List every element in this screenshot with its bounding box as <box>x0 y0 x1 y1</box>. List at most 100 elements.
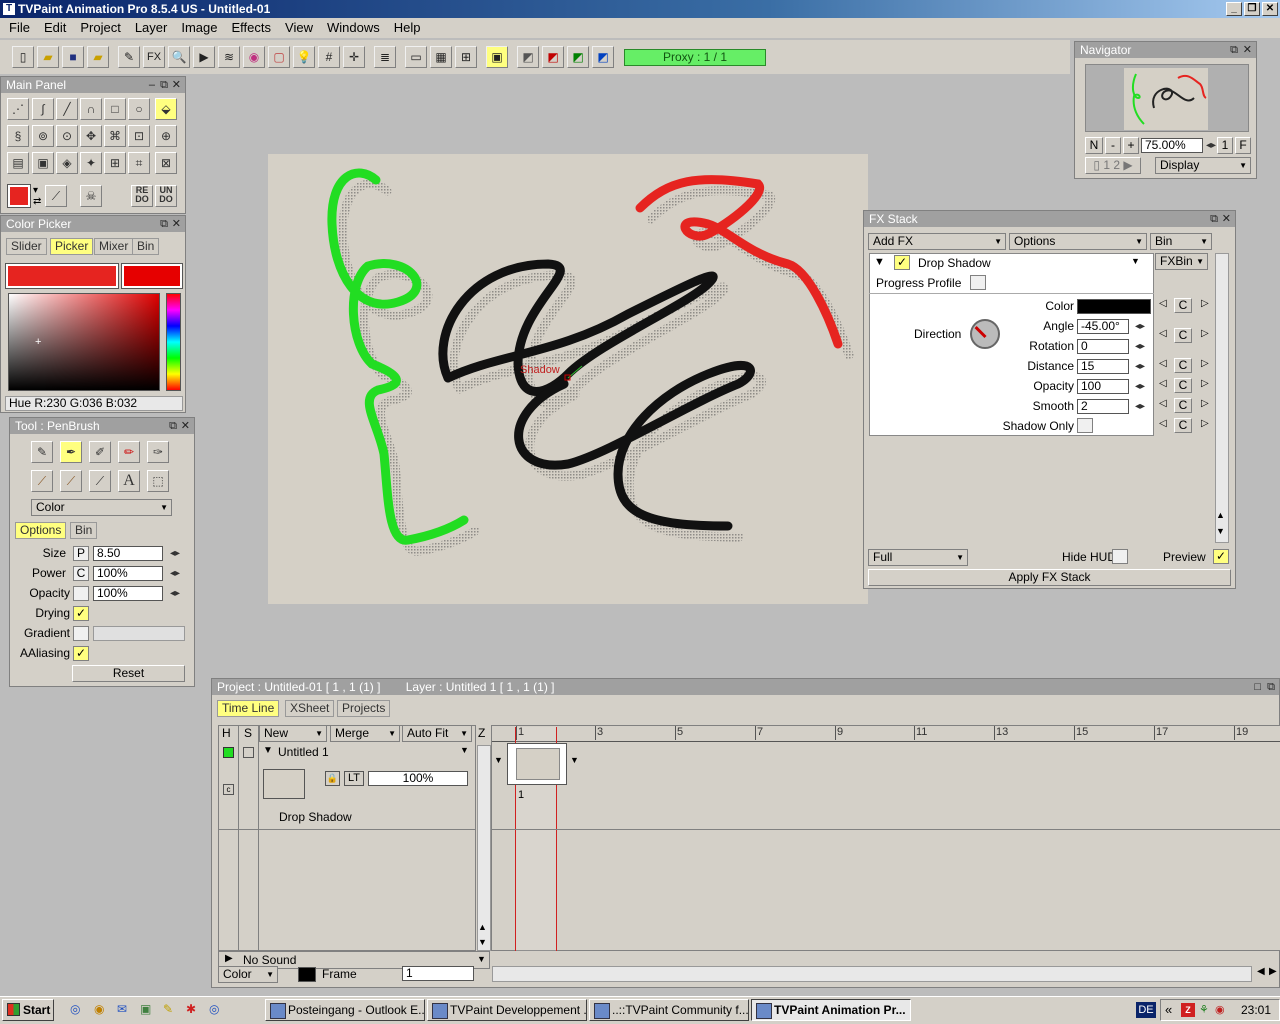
close-button[interactable]: ✕ <box>1262 2 1278 16</box>
custom-brush-icon[interactable]: ⬚ <box>147 470 169 492</box>
restore-button[interactable]: ❐ <box>1244 2 1260 16</box>
text-tool-icon[interactable]: A <box>118 470 140 492</box>
fx-button[interactable]: FX <box>143 46 165 68</box>
brush-tool-icon[interactable]: ✎ <box>118 46 140 68</box>
minimize-button[interactable]: _ <box>1226 2 1242 16</box>
fx-effect-name[interactable]: Drop Shadow <box>918 256 991 270</box>
frame-field[interactable]: 1 <box>402 966 474 981</box>
pencil-brush-icon[interactable]: ✎ <box>31 441 53 463</box>
rotation-field[interactable]: 0 <box>1077 339 1129 354</box>
prev-arrow-icon[interactable]: ▼ <box>494 755 503 765</box>
layer-name[interactable]: Untitled 1 <box>278 745 329 759</box>
nav-zoom-spin-icon[interactable]: ◂▸ <box>1206 138 1216 153</box>
layer-scrollbar[interactable]: ▲ ▼ <box>477 745 491 951</box>
tab-picker[interactable]: Picker <box>50 238 94 255</box>
nav-zoom-in-button[interactable]: + <box>1123 137 1139 154</box>
safe-area-icon[interactable]: ▭ <box>405 46 427 68</box>
sound-expand-icon[interactable]: ▶ <box>225 953 233 964</box>
nav-display-dropdown[interactable]: Display <box>1155 157 1251 174</box>
channel-green-icon[interactable]: ◩ <box>567 46 589 68</box>
freehand-tool-icon[interactable]: ∫ <box>32 98 54 120</box>
fx-scrollbar[interactable]: ▲ ▼ <box>1215 253 1229 543</box>
panic-icon[interactable]: ☠ <box>80 185 102 207</box>
dock-icon[interactable]: ⧉ <box>1230 43 1238 57</box>
tray-expand-icon[interactable]: « <box>1165 1001 1172 1019</box>
dock-icon[interactable]: ⧉ <box>160 78 168 92</box>
kf-distance-c-button[interactable]: C <box>1174 358 1192 373</box>
quicklaunch-app-icon[interactable]: ▣ <box>140 1002 156 1018</box>
stack-icon[interactable]: ≣ <box>374 46 396 68</box>
task-tvpaint-community[interactable]: ..::TVPaint Community f... <box>589 999 749 1021</box>
previous-color-swatch[interactable] <box>121 263 183 289</box>
new-file-icon[interactable]: ▯ <box>12 46 34 68</box>
dock-icon[interactable]: ⧉ <box>1267 680 1275 694</box>
gradient-checkbox[interactable] <box>73 626 89 641</box>
nav-n-button[interactable]: N <box>1085 137 1103 154</box>
scroll-up-icon[interactable]: ▲ <box>478 922 487 932</box>
hide-hud-checkbox[interactable] <box>1112 549 1128 564</box>
menu-view[interactable]: View <box>278 18 320 38</box>
navigator-preview[interactable] <box>1085 64 1249 132</box>
network-icon[interactable]: ⚘ <box>1199 1003 1209 1016</box>
kf-direction-c-button[interactable]: C <box>1174 328 1192 343</box>
kf-next-icon[interactable]: ▷ <box>1201 418 1209 429</box>
select-lasso-icon[interactable]: ⊙ <box>56 125 78 147</box>
bin-dropdown[interactable]: Bin <box>1150 233 1212 250</box>
kf-next-icon[interactable]: ▷ <box>1201 298 1209 309</box>
play-icon[interactable]: ▶ <box>193 46 215 68</box>
menu-project[interactable]: Project <box>73 18 127 38</box>
collapse-arrow-icon[interactable]: ▼ <box>874 256 885 268</box>
distance-field[interactable]: 15 <box>1077 359 1129 374</box>
start-button[interactable]: Start <box>2 999 54 1021</box>
task-tvpaint-dev[interactable]: TVPaint Developpement ... <box>427 999 587 1021</box>
kf-prev-icon[interactable]: ◁ <box>1159 328 1167 339</box>
rotation-spin-icon[interactable]: ◂▸ <box>1135 339 1145 354</box>
ellipse-select-icon[interactable]: ▣ <box>32 152 54 174</box>
next-arrow-icon[interactable]: ▼ <box>570 755 579 765</box>
undo-button[interactable]: UN DO <box>155 185 177 207</box>
quality-dropdown[interactable]: Full <box>868 549 968 566</box>
move-tool-icon[interactable]: ✥ <box>80 125 102 147</box>
menu-edit[interactable]: Edit <box>37 18 73 38</box>
open-folder-icon[interactable]: ▰ <box>37 46 59 68</box>
opacity-mode-toggle[interactable] <box>73 586 89 601</box>
dock-icon[interactable]: ⧉ <box>160 217 168 231</box>
minimize-icon[interactable]: – <box>149 78 155 92</box>
hue-slider[interactable] <box>166 293 181 391</box>
kf-prev-icon[interactable]: ◁ <box>1159 398 1167 409</box>
angle-spin-icon[interactable]: ◂▸ <box>1135 319 1145 334</box>
nav-fit-button[interactable]: F <box>1235 137 1251 154</box>
lock-icon[interactable]: 🔒 <box>325 771 340 786</box>
quicklaunch-tvpaint-icon[interactable]: ✱ <box>186 1002 202 1018</box>
penbrush-icon[interactable]: ✒ <box>60 441 82 463</box>
ellipse-tool-icon[interactable]: ○ <box>128 98 150 120</box>
kf-prev-icon[interactable]: ◁ <box>1159 358 1167 369</box>
tab-slider[interactable]: Slider <box>6 238 47 255</box>
monitor-icon[interactable]: ▣ <box>486 46 508 68</box>
antivirus-icon[interactable]: ◉ <box>1215 1003 1225 1016</box>
close-icon[interactable]: ✕ <box>1222 212 1231 226</box>
tab-options[interactable]: Options <box>15 522 67 539</box>
task-tvpaint-app[interactable]: TVPaint Animation Pr... <box>751 999 911 1021</box>
zoom-icon[interactable]: 🔍 <box>168 46 190 68</box>
dock-icon[interactable]: ⧉ <box>169 419 177 433</box>
zonealarm-icon[interactable]: Z <box>1181 1003 1195 1017</box>
shadow-only-checkbox[interactable] <box>1077 418 1093 433</box>
oil-brush-icon[interactable]: ⟋ <box>31 470 53 492</box>
scroll-left-icon[interactable]: ◀ <box>1257 966 1265 977</box>
kf-next-icon[interactable]: ▷ <box>1201 358 1209 369</box>
opacity-field[interactable]: 100% <box>93 586 163 601</box>
line-tool-icon[interactable]: ╱ <box>56 98 78 120</box>
angle-field[interactable]: -45.00° <box>1077 319 1129 334</box>
rectangle-tool-icon[interactable]: □ <box>104 98 126 120</box>
close-icon[interactable]: ✕ <box>1243 43 1252 57</box>
zoom-column-header[interactable]: Z <box>478 726 485 740</box>
curve-tool-icon[interactable]: ∩ <box>80 98 102 120</box>
nav-mode-buttons[interactable]: ▯ 1 2 ▶ <box>1085 157 1141 174</box>
add-fx-dropdown[interactable]: Add FX <box>868 233 1006 250</box>
merge-dropdown[interactable]: Merge <box>330 725 400 742</box>
menu-file[interactable]: File <box>2 18 37 38</box>
fill-tool-icon[interactable]: ⬙ <box>155 98 177 120</box>
close-icon[interactable]: ✕ <box>172 217 181 231</box>
kf-prev-icon[interactable]: ◁ <box>1159 378 1167 389</box>
